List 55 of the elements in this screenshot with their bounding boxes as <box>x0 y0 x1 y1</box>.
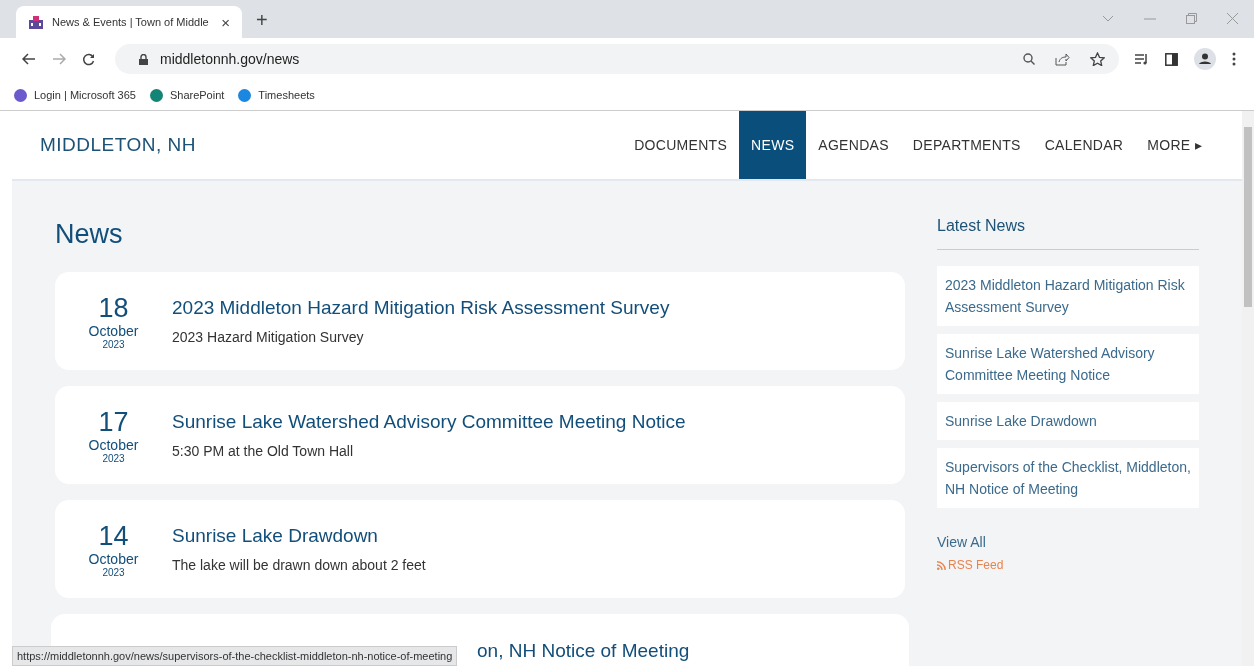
back-icon[interactable] <box>22 53 36 65</box>
date-year: 2023 <box>102 566 125 578</box>
star-icon[interactable] <box>1090 52 1105 66</box>
page-title: News <box>55 219 124 250</box>
media-queue-icon[interactable] <box>1135 53 1149 65</box>
browser-tab[interactable]: News & Events | Town of Middle × <box>16 6 242 38</box>
latest-news-link[interactable]: Sunrise Lake Watershed Advisory Committee Meeting Notice <box>937 334 1199 394</box>
address-field[interactable]: middletonnh.gov/news <box>115 44 1119 74</box>
bookmark[interactable]: SharePoint <box>149 88 225 102</box>
side-panel-icon[interactable] <box>1165 52 1178 66</box>
view-all-link[interactable]: View All <box>937 534 1199 550</box>
lock-icon <box>139 53 148 65</box>
news-summary: The lake will be drawn down about 2 feet <box>172 557 426 573</box>
rss-icon <box>937 560 946 570</box>
date-month: October <box>88 436 139 453</box>
link-url-tooltip: https://middletonnh.gov/news/supervisors-of-the-checklist-middleton-nh-notice-of-meeting <box>12 646 458 666</box>
news-summary: 5:30 PM at the Old Town Hall <box>172 443 355 459</box>
date-year: 2023 <box>102 338 125 350</box>
profile-avatar-icon[interactable] <box>1194 48 1216 70</box>
date-month: October <box>88 322 139 339</box>
date-day: 14 <box>98 520 129 551</box>
nav-link[interactable]: MORE ▸ <box>1135 111 1214 179</box>
news-card[interactable]: 18 October 2023 2023 Middleton Hazard Mitigation Risk Assessment Survey 2023 Hazard Mitigation Survey <box>55 272 905 370</box>
nav-link[interactable]: CALENDAR <box>1032 111 1136 179</box>
bookmark[interactable]: Login | Microsoft 365 <box>14 88 136 102</box>
new-tab-button[interactable]: + <box>256 9 268 32</box>
share-icon[interactable] <box>1055 52 1070 66</box>
date-year: 2023 <box>102 452 125 464</box>
nav-link[interactable]: DEPARTMENTS <box>900 111 1033 179</box>
building-icon <box>28 15 44 29</box>
site-title[interactable]: MIDDLETON, NH <box>40 134 623 156</box>
news-title[interactable]: on, NH Notice of Meeting <box>477 640 690 662</box>
menu-icon[interactable] <box>1232 52 1236 66</box>
news-title[interactable]: Sunrise Lake Watershed Advisory Committee Meeting Notice <box>172 411 686 433</box>
latest-news-link[interactable]: Supervisors of the Checklist, Middleton, NH Notice of Meeting <box>937 448 1199 508</box>
news-card[interactable]: 17 October 2023 Sunrise Lake Watershed Advisory Committee Meeting Notice 5:30 PM at the Old Town Hall <box>55 386 905 484</box>
news-title[interactable]: Sunrise Lake Drawdown <box>172 525 426 547</box>
news-summary: 2023 Hazard Mitigation Survey <box>172 329 365 345</box>
nav-link[interactable]: NEWS <box>739 111 807 179</box>
nav-link[interactable]: AGENDAS <box>806 111 901 179</box>
latest-news-link[interactable]: Sunrise Lake Drawdown <box>937 402 1199 440</box>
news-title[interactable]: 2023 Middleton Hazard Mitigation Risk Assessment Survey <box>172 297 670 319</box>
date-day: 17 <box>98 406 129 437</box>
date-month: October <box>88 550 139 567</box>
tab-title: News & Events | Town of Middle <box>52 16 210 28</box>
scrollbar[interactable] <box>1242 111 1254 666</box>
search-icon[interactable] <box>1023 53 1035 65</box>
close-tab-button[interactable]: × <box>221 13 230 31</box>
nav-link[interactable]: DOCUMENTS <box>622 111 740 179</box>
date-day: 18 <box>98 292 129 323</box>
reload-icon[interactable] <box>82 52 95 66</box>
sidebar-title: Latest News <box>937 217 1027 235</box>
latest-news-link[interactable]: 2023 Middleton Hazard Mitigation Risk Assessment Survey <box>937 266 1199 326</box>
news-card[interactable]: 14 October 2023 Sunrise Lake Drawdown The lake will be drawn down about 2 feet <box>55 500 905 598</box>
bookmark[interactable]: Timesheets <box>238 88 315 102</box>
